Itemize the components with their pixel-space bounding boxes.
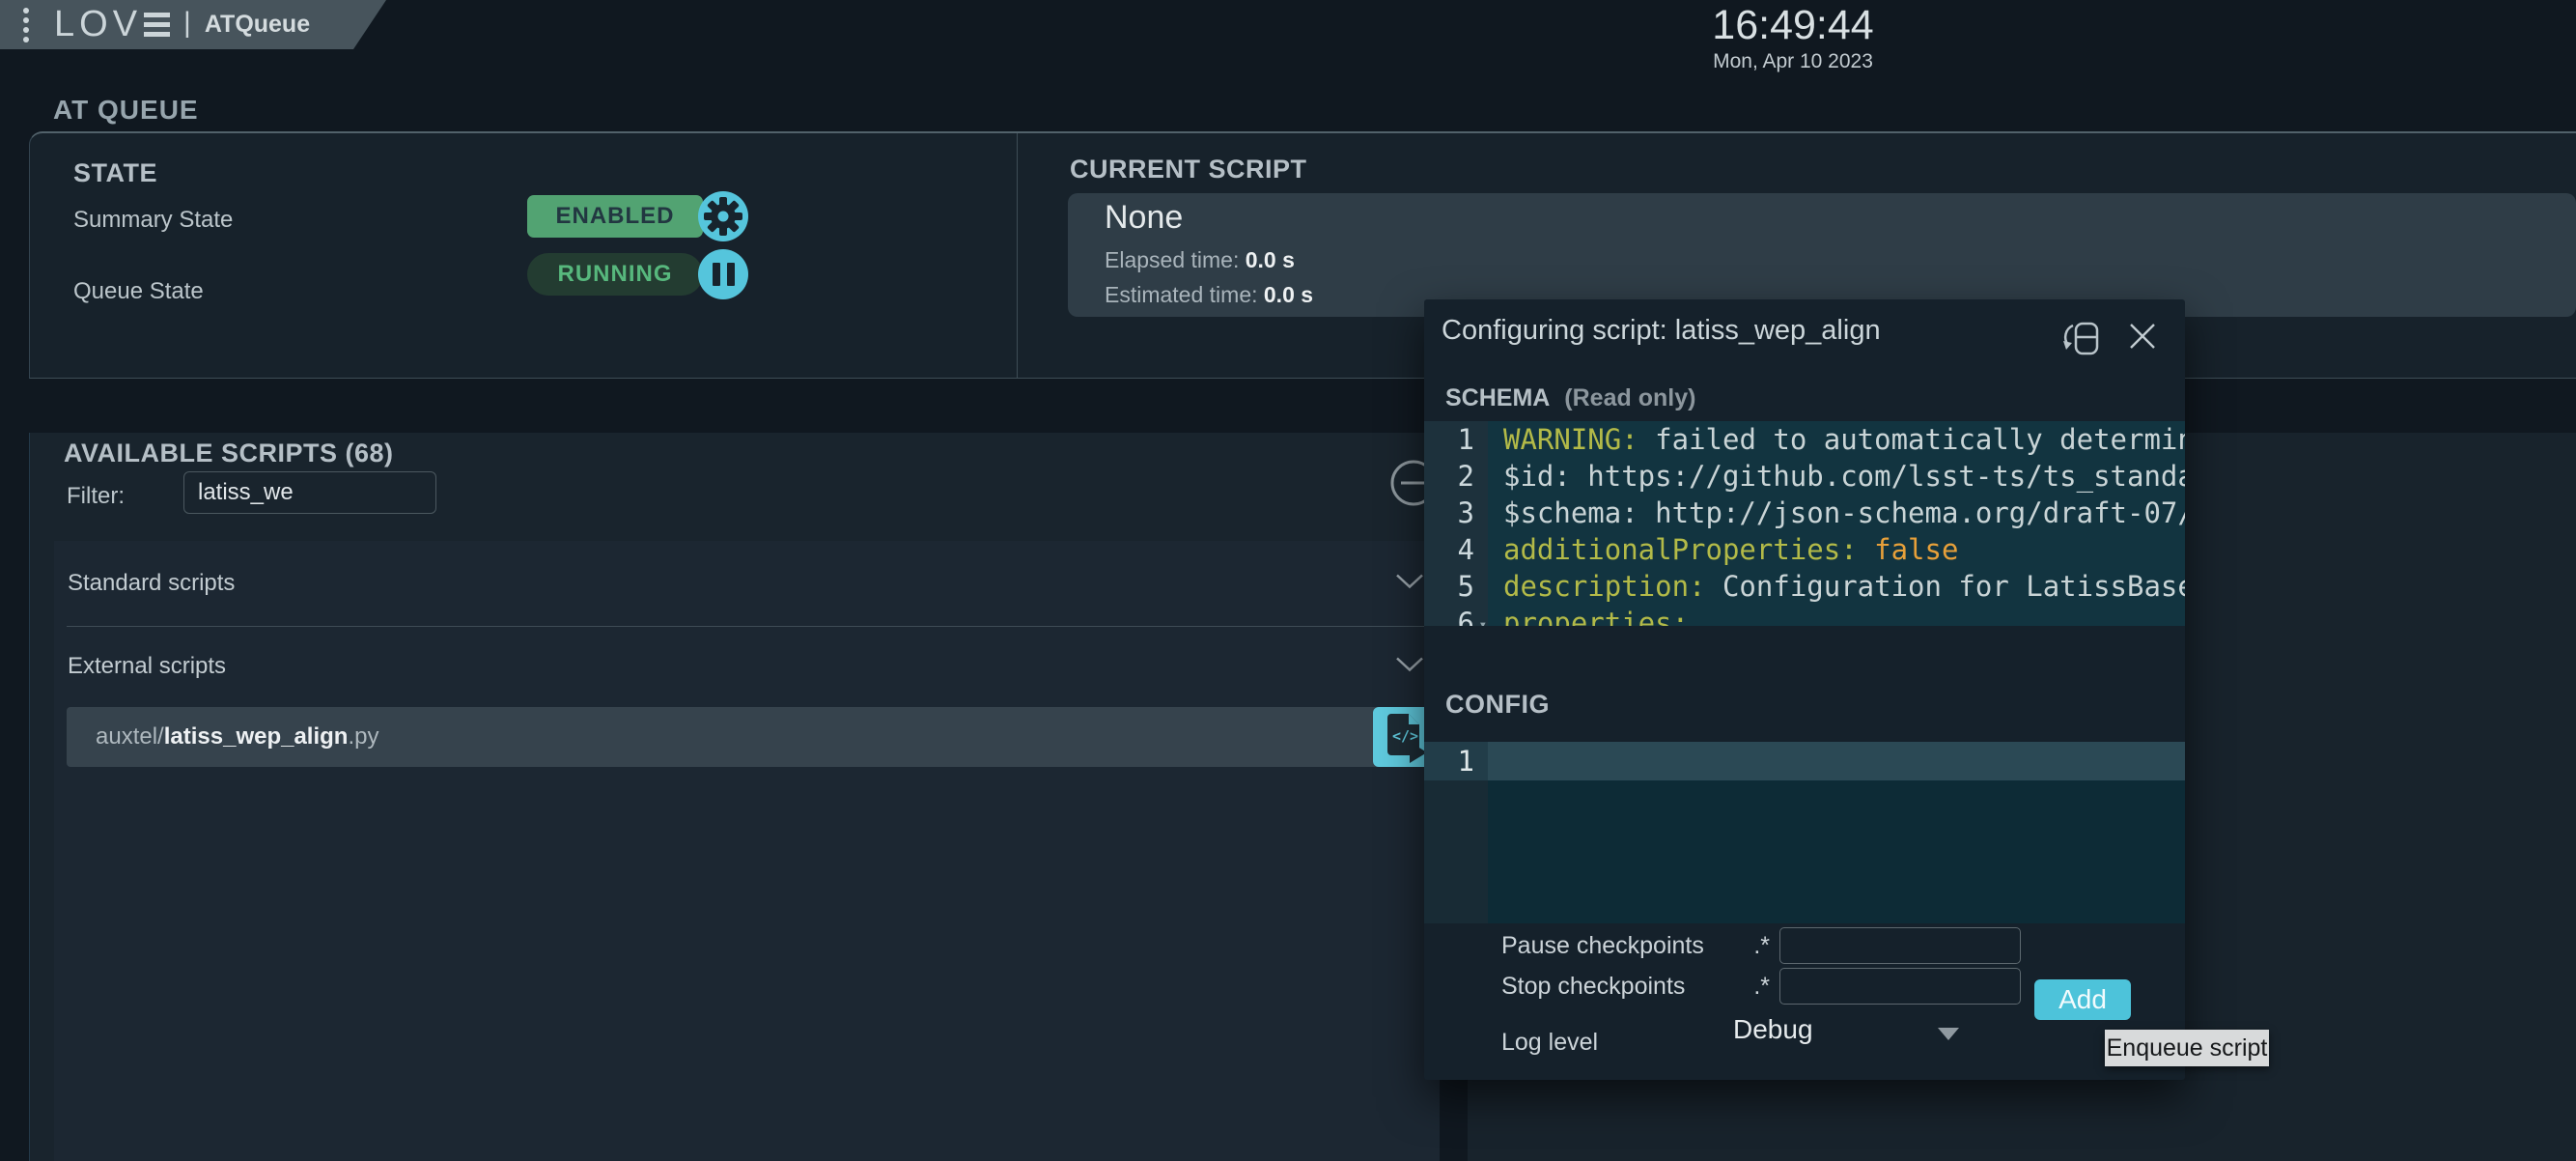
external-scripts-label: External scripts (68, 653, 226, 680)
log-level-row: Log level Debug (1501, 1022, 2042, 1062)
log-level-select[interactable]: Debug (1733, 1014, 1813, 1045)
estimated-time: Estimated time: 0.0 s (1105, 282, 1313, 308)
script-list-item[interactable]: auxtel/latiss_wep_align.py </> (67, 707, 1439, 767)
schema-heading: SCHEMA (Read only) (1445, 384, 1695, 412)
schema-line-number: 6▾ (1424, 605, 1488, 626)
gear-icon (698, 191, 748, 241)
script-path-prefix: auxtel/ (96, 723, 164, 750)
logo-separator: | (183, 7, 191, 40)
elapsed-time-label: Elapsed time: (1105, 247, 1239, 272)
rotate-panel-icon (2059, 315, 2104, 361)
available-scripts-panel: AVAILABLE SCRIPTS (68) Filter: Standard … (29, 433, 1439, 1161)
schema-editor[interactable]: 123456▾ WARNING: failed to automatically… (1424, 421, 2185, 626)
pause-queue-button[interactable] (698, 249, 748, 299)
page-title: AT QUEUE (53, 95, 199, 126)
top-bar: LOV | ATQueue (0, 0, 386, 49)
summary-state-label: Summary State (73, 207, 233, 234)
schema-line-number: 2 (1424, 458, 1488, 495)
config-title: CONFIG (1445, 690, 1550, 720)
rotate-layout-button[interactable] (2059, 315, 2104, 366)
close-icon (2127, 321, 2158, 352)
svg-text:</>: </> (1392, 727, 1418, 745)
close-modal-button[interactable] (2127, 321, 2158, 356)
kebab-menu-icon[interactable] (23, 8, 29, 42)
config-gutter: 1 (1424, 742, 1488, 923)
logo-text: LOV (54, 4, 142, 45)
state-title: STATE (73, 158, 157, 188)
state-section: STATE Summary State ENABLED (30, 133, 1018, 378)
dropdown-caret-icon[interactable] (1938, 1028, 1959, 1040)
app-name: ATQueue (205, 11, 310, 39)
pause-checkpoints-row: Pause checkpoints .* (1501, 925, 2021, 966)
script-path: auxtel/latiss_wep_align.py (96, 707, 378, 767)
current-script-card: None Elapsed time: 0.0 s Estimated time:… (1068, 193, 2576, 317)
current-script-name: None (1105, 199, 1183, 237)
schema-line-number: 4 (1424, 531, 1488, 568)
clock-time: 16:49:44 (1672, 2, 1914, 49)
config-editor[interactable]: 1 (1424, 742, 2185, 923)
script-extension: .py (348, 723, 378, 750)
schema-title: SCHEMA (1445, 384, 1550, 411)
log-level-label: Log level (1501, 1029, 1722, 1057)
standard-scripts-accordion[interactable]: Standard scripts (54, 541, 1440, 626)
stop-checkpoints-input[interactable] (1779, 968, 2021, 1005)
script-file-icon: </> (1382, 709, 1430, 765)
estimated-time-label: Estimated time: (1105, 282, 1258, 307)
schema-line-number: 1 (1424, 421, 1488, 458)
schema-code-line: $schema: http://json-schema.org/draft-07… (1488, 495, 2185, 531)
clock-date: Mon, Apr 10 2023 (1672, 50, 1914, 73)
modal-title: Configuring script: latiss_wep_align (1442, 315, 1881, 347)
pause-checkpoints-regex: .* (1722, 932, 1779, 960)
logo-e-icon (144, 13, 170, 37)
elapsed-time: Elapsed time: 0.0 s (1105, 247, 1295, 273)
scripts-list: Standard scripts External scripts auxtel… (54, 541, 1440, 1161)
schema-line-number: 3 (1424, 495, 1488, 531)
clock: 16:49:44 Mon, Apr 10 2023 (1672, 2, 1914, 73)
elapsed-time-value: 0.0 s (1246, 247, 1295, 272)
love-logo: LOV | ATQueue (54, 4, 310, 45)
chevron-down-icon (1393, 655, 1426, 679)
schema-code-line: $id: https://github.com/lsst-ts/ts_stand… (1488, 458, 2185, 495)
atqueue-screen: LOV | ATQueue 16:49:44 Mon, Apr 10 2023 … (0, 0, 2576, 1161)
config-active-line[interactable] (1488, 742, 2185, 780)
schema-code: WARNING: failed to automatically determi… (1488, 421, 2185, 626)
schema-code-line: properties: (1488, 605, 2185, 626)
standard-scripts-label: Standard scripts (68, 570, 235, 597)
configure-script-modal: Configuring script: latiss_wep_align SCH… (1424, 299, 2185, 1080)
enqueue-script-tooltip: Enqueue script (2105, 1030, 2269, 1066)
external-scripts-accordion[interactable]: External scripts (54, 627, 1440, 706)
filter-label: Filter: (67, 483, 125, 510)
pause-checkpoints-label: Pause checkpoints (1501, 932, 1722, 960)
current-script-title: CURRENT SCRIPT (1070, 155, 1307, 184)
queue-state-badge: RUNNING (527, 253, 703, 296)
filter-input[interactable] (183, 471, 436, 514)
pause-icon (713, 263, 735, 286)
schema-code-line: additionalProperties: false (1488, 531, 2185, 568)
schema-line-number: 5 (1424, 568, 1488, 605)
config-line-number: 1 (1424, 742, 1488, 780)
schema-gutter: 123456▾ (1424, 421, 1488, 626)
queue-state-label: Queue State (73, 278, 204, 305)
add-button[interactable]: Add (2034, 979, 2131, 1020)
fold-caret-icon[interactable]: ▾ (1479, 607, 1487, 626)
schema-readonly-note: (Read only) (1564, 384, 1695, 411)
schema-code-line: WARNING: failed to automatically determi… (1488, 421, 2185, 458)
pause-checkpoints-input[interactable] (1779, 927, 2021, 964)
estimated-time-value: 0.0 s (1264, 282, 1313, 307)
stop-checkpoints-regex: .* (1722, 973, 1779, 1001)
summary-state-badge: ENABLED (527, 195, 703, 238)
available-scripts-title: AVAILABLE SCRIPTS (68) (64, 439, 394, 468)
chevron-down-icon (1393, 572, 1426, 596)
stop-checkpoints-row: Stop checkpoints .* (1501, 966, 2021, 1006)
queue-summary-panel: STATE Summary State ENABLED (29, 131, 2576, 379)
summary-state-settings-button[interactable] (698, 191, 748, 241)
script-name: latiss_wep_align (164, 723, 349, 750)
stop-checkpoints-label: Stop checkpoints (1501, 973, 1722, 1001)
schema-code-line: description: Configuration for LatissBas… (1488, 568, 2185, 605)
